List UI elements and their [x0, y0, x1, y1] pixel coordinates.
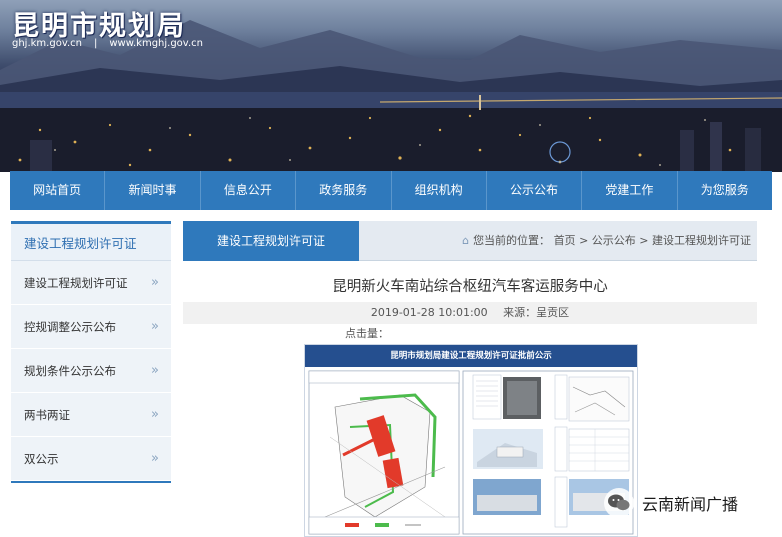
nav-item-government-services[interactable]: 政务服务	[296, 171, 392, 210]
sidebar-item-label: 规划条件公示公布	[24, 364, 116, 378]
nav-item-party-building[interactable]: 党建工作	[582, 171, 678, 210]
article-meta: 2019-01-28 10:01:00 来源：呈贡区	[183, 302, 757, 324]
chevron-right-icon: »	[151, 363, 159, 378]
nav-item-services[interactable]: 为您服务	[678, 171, 772, 210]
hit-count: 点击量：	[345, 327, 389, 340]
breadcrumb: ⌂ 您当前的位置： 首页 > 公示公布 > 建设工程规划许可证	[462, 221, 751, 261]
sidebar-item-label: 双公示	[24, 452, 59, 466]
url-primary[interactable]: ghj.km.gov.cn	[12, 38, 82, 49]
nav-item-public-notices[interactable]: 公示公布	[487, 171, 583, 210]
watermark: 云南新闻广播	[604, 488, 738, 518]
nav-item-organization[interactable]: 组织机构	[392, 171, 487, 210]
chevron-right-icon: »	[151, 451, 159, 466]
sidebar-item-planning-permit[interactable]: 建设工程规划许可证 »	[11, 261, 171, 305]
sidebar-item-label: 控规调整公示公布	[24, 320, 116, 334]
article-date: 2019-01-28 10:01:00	[370, 306, 488, 319]
watermark-text: 云南新闻广播	[642, 495, 739, 514]
article-title: 昆明新火车南站综合枢纽汽车客运服务中心	[332, 279, 608, 295]
home-icon: ⌂	[462, 234, 470, 247]
poster-header: 昆明市规划局建设工程规划许可证批前公示	[305, 345, 637, 367]
chevron-right-icon: »	[151, 319, 159, 334]
sidebar: 建设工程规划许可证 建设工程规划许可证 » 控规调整公示公布 » 规划条件公示公…	[11, 221, 171, 483]
main-nav: 网站首页 新闻时事 信息公开 政务服务 组织机构 公示公布 党建工作 为您服务	[10, 171, 772, 210]
sidebar-item-label: 建设工程规划许可证	[24, 276, 128, 290]
sidebar-item-double-publicity[interactable]: 双公示 »	[11, 437, 171, 481]
main-content: 建设工程规划许可证 ⌂ 您当前的位置： 首页 > 公示公布 > 建设工程规划许可证…	[183, 221, 757, 342]
breadcrumb-separator: >	[579, 234, 589, 247]
chevron-right-icon: »	[151, 275, 159, 290]
sidebar-item-zoning-adjustment[interactable]: 控规调整公示公布 »	[11, 305, 171, 349]
sidebar-item-label: 两书两证	[24, 408, 70, 422]
nav-item-news[interactable]: 新闻时事	[105, 171, 201, 210]
breadcrumb-prefix: 您当前的位置：	[473, 234, 551, 247]
breadcrumb-separator: >	[639, 234, 649, 247]
sidebar-item-planning-conditions[interactable]: 规划条件公示公布 »	[11, 349, 171, 393]
poster-graphics	[308, 370, 634, 535]
article-source: 来源：呈贡区	[503, 306, 570, 319]
url-secondary[interactable]: www.kmghj.gov.cn	[109, 38, 203, 49]
url-separator: |	[93, 38, 98, 49]
sidebar-item-two-documents[interactable]: 两书两证 »	[11, 393, 171, 437]
breadcrumb-home[interactable]: 首页	[554, 234, 576, 247]
poster-body	[305, 367, 637, 536]
tab-planning-permit[interactable]: 建设工程规划许可证	[183, 221, 359, 261]
site-urls: ghj.km.gov.cn | www.kmghj.gov.cn	[12, 38, 203, 49]
breadcrumb-planning-permit[interactable]: 建设工程规划许可证	[652, 234, 751, 247]
wechat-logo-icon	[604, 488, 634, 518]
nav-item-info-disclosure[interactable]: 信息公开	[201, 171, 297, 210]
sidebar-heading: 建设工程规划许可证	[11, 221, 171, 261]
section-tabbar: 建设工程规划许可证 ⌂ 您当前的位置： 首页 > 公示公布 > 建设工程规划许可证	[183, 221, 757, 261]
chevron-right-icon: »	[151, 407, 159, 422]
nav-item-home[interactable]: 网站首页	[10, 171, 106, 210]
permit-notice-image[interactable]: 昆明市规划局建设工程规划许可证批前公示	[304, 344, 638, 537]
breadcrumb-public-notices[interactable]: 公示公布	[592, 234, 636, 247]
sidebar-bottom-rule	[11, 481, 171, 483]
header-banner: 昆明市规划局 ghj.km.gov.cn | www.kmghj.gov.cn	[0, 0, 782, 172]
